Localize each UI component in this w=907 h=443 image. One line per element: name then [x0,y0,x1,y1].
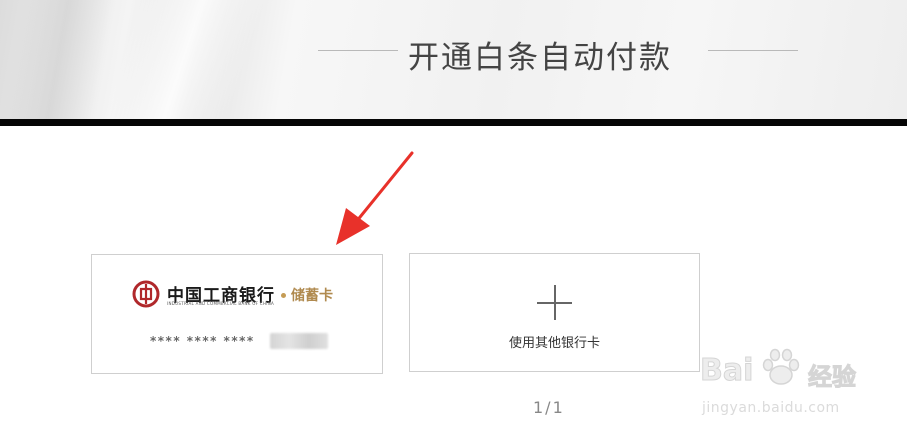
card-number-blurred-digits [270,333,328,349]
pagination-indicator: 1/1 [533,398,565,417]
add-card-label: 使用其他银行卡 [508,336,600,351]
title-divider-right [708,50,798,51]
page-title: 开通白条自动付款 [408,40,672,76]
watermark-url: jingyan.baidu.com [702,400,840,416]
icbc-logo-icon [132,280,160,308]
add-other-bank-card-button[interactable]: 使用其他银行卡 [409,253,700,372]
page-header: 开通白条自动付款 [0,0,907,120]
plus-icon [537,285,572,320]
header-divider-bar [0,119,907,126]
annotation-arrow-icon [336,151,414,245]
watermark-brand-suffix: 经验 [808,363,857,392]
title-divider-left [318,50,398,51]
baidu-paw-icon [762,348,800,385]
watermark-brand: Bai [699,353,754,389]
bank-name-english: INDUSTRIAL AND COMMERCIAL BANK OF CHINA [167,301,275,306]
card-number-masked: **** **** **** [150,334,255,348]
bank-card-icbc[interactable]: 中国工商银行 INDUSTRIAL AND COMMERCIAL BANK OF… [91,254,383,374]
title-row: 开通白条自动付款 [0,28,907,76]
card-type: 储蓄卡 [291,288,333,304]
card-type-dot-icon [281,293,286,298]
baidu-jingyan-watermark: Bai 经验 jingyan.baidu.com [699,345,900,425]
